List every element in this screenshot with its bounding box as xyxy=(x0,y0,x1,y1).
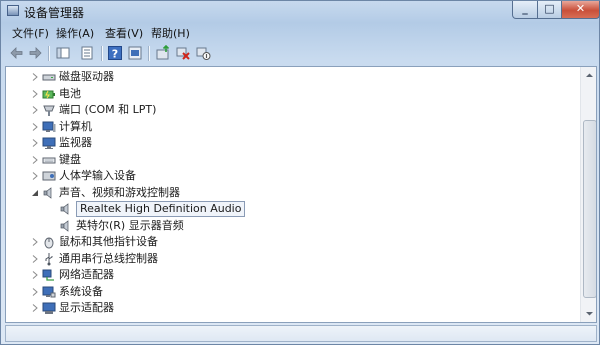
expand-arrow-icon[interactable] xyxy=(31,72,39,82)
tree-item-label: 计算机 xyxy=(59,119,92,133)
toolbar: ? xyxy=(5,43,597,65)
port-icon xyxy=(43,105,55,116)
expand-arrow-icon[interactable] xyxy=(31,287,39,297)
tree-item[interactable]: Realtek High Definition Audio xyxy=(6,201,576,217)
expand-arrow-icon[interactable] xyxy=(31,155,39,165)
svg-text:?: ? xyxy=(112,48,118,61)
scroll-down-arrow-icon[interactable] xyxy=(581,305,597,322)
tree-item[interactable]: 电池 xyxy=(6,86,576,102)
tree-item[interactable]: 鼠标和其他指针设备 xyxy=(6,234,576,250)
disable-device-icon[interactable] xyxy=(195,45,211,61)
menu-bar: 文件(F) 操作(A) 查看(V) 帮助(H) xyxy=(5,23,597,42)
tree-item-label: 显示适配器 xyxy=(59,301,114,314)
maximize-icon: □ xyxy=(544,2,555,15)
properties-list-icon[interactable] xyxy=(79,45,95,61)
tree-item-label: 磁盘驱动器 xyxy=(59,70,114,83)
menu-view[interactable]: 查看(V) xyxy=(102,25,146,41)
toolbar-separator xyxy=(101,46,103,61)
device-properties-icon[interactable] xyxy=(127,45,143,61)
tree-item-label: 通用串行总线控制器 xyxy=(59,251,158,265)
expand-arrow-icon[interactable] xyxy=(31,89,39,99)
expand-arrow-icon[interactable] xyxy=(31,303,39,313)
show-hide-tree-icon[interactable] xyxy=(55,45,71,61)
keyboard-icon xyxy=(42,157,56,163)
speaker-icon xyxy=(43,186,52,199)
tree-item[interactable]: 计算机 xyxy=(6,119,576,135)
tree-item-label: 键盘 xyxy=(59,152,81,166)
monitor-icon xyxy=(42,137,56,149)
help-icon[interactable]: ? xyxy=(107,45,123,61)
tree-item[interactable]: 显示适配器 xyxy=(6,300,576,316)
tree-item[interactable]: 声音、视频和游戏控制器 xyxy=(6,185,576,201)
system-device-icon xyxy=(42,286,56,297)
hid-icon xyxy=(42,171,56,181)
tree-item[interactable]: 磁盘驱动器 xyxy=(6,69,576,85)
tree-item-label: 声音、视频和游戏控制器 xyxy=(59,185,180,199)
expand-arrow-icon[interactable] xyxy=(31,105,39,115)
expand-arrow-icon[interactable] xyxy=(31,237,39,247)
back-arrow-icon[interactable] xyxy=(9,45,25,61)
tree-item[interactable]: 通用串行总线控制器 xyxy=(6,251,576,267)
tree-item-label: 鼠标和其他指针设备 xyxy=(59,235,158,248)
tree-item[interactable]: 系统设备 xyxy=(6,284,576,300)
collapse-arrow-icon[interactable] xyxy=(31,188,39,198)
forward-arrow-icon[interactable] xyxy=(27,45,43,61)
scan-hardware-icon[interactable] xyxy=(155,45,171,61)
maximize-button[interactable]: □ xyxy=(538,1,562,19)
expand-arrow-icon[interactable] xyxy=(31,138,39,148)
computer-icon xyxy=(42,121,56,132)
menu-action[interactable]: 操作(A) xyxy=(53,25,97,41)
speaker-icon xyxy=(60,219,69,232)
close-button[interactable]: ✕ xyxy=(562,1,600,19)
minimize-icon: _ xyxy=(522,2,528,15)
window-title: 设备管理器 xyxy=(24,6,85,20)
device-tree-panel: 磁盘驱动器电池端口 (COM 和 LPT) 计算机监视器键盘人体学输入设备声音、视… xyxy=(5,66,597,323)
expand-arrow-icon[interactable] xyxy=(31,270,39,280)
tree-item-label: 端口 (COM 和 LPT) xyxy=(59,103,157,116)
scroll-up-arrow-icon[interactable] xyxy=(581,67,597,84)
tree-item[interactable]: 英特尔(R) 显示器音频 xyxy=(6,218,576,234)
tree-item[interactable]: 端口 (COM 和 LPT) xyxy=(6,102,576,118)
tree-item[interactable]: 监视器 xyxy=(6,135,576,151)
expand-arrow-icon[interactable] xyxy=(31,171,39,181)
vertical-scrollbar[interactable] xyxy=(580,67,597,322)
tree-item-label: 电池 xyxy=(59,86,81,100)
tree-item-label: 人体学输入设备 xyxy=(59,169,136,182)
minimize-button[interactable]: _ xyxy=(512,1,538,19)
speaker-icon xyxy=(60,203,69,215)
battery-icon xyxy=(42,90,55,98)
disk-drive-icon xyxy=(42,74,56,81)
device-manager-window: 设备管理器 _ □ ✕ 文件(F) 操作(A) 查看(V) 帮助(H) ? 磁盘… xyxy=(0,0,600,345)
close-icon: ✕ xyxy=(575,2,586,15)
menu-help[interactable]: 帮助(H) xyxy=(148,25,193,41)
tree-item-label: 英特尔(R) 显示器音频 xyxy=(76,218,184,232)
toolbar-separator xyxy=(48,46,50,61)
tree-item-label: 系统设备 xyxy=(59,284,103,298)
usb-icon xyxy=(45,252,53,265)
toolbar-separator xyxy=(148,46,150,61)
display-adapter-icon xyxy=(42,302,56,314)
menu-file[interactable]: 文件(F) xyxy=(9,25,52,41)
tree-item-label-selected: Realtek High Definition Audio xyxy=(76,201,246,217)
scrollbar-thumb[interactable] xyxy=(583,120,596,298)
title-bar[interactable]: 设备管理器 _ □ ✕ xyxy=(1,1,600,21)
device-manager-app-icon xyxy=(7,5,19,16)
tree-item[interactable]: 键盘 xyxy=(6,152,576,168)
expand-arrow-icon[interactable] xyxy=(31,254,39,264)
tree-item[interactable]: 人体学输入设备 xyxy=(6,168,576,184)
tree-item-label: 监视器 xyxy=(59,136,92,149)
network-adapter-icon xyxy=(42,269,54,281)
mouse-icon xyxy=(44,237,54,249)
expand-arrow-icon[interactable] xyxy=(31,122,39,132)
tree-item-label: 网络适配器 xyxy=(59,268,114,281)
uninstall-device-icon[interactable] xyxy=(175,45,191,61)
tree-item[interactable]: 网络适配器 xyxy=(6,267,576,283)
status-bar xyxy=(5,325,597,342)
